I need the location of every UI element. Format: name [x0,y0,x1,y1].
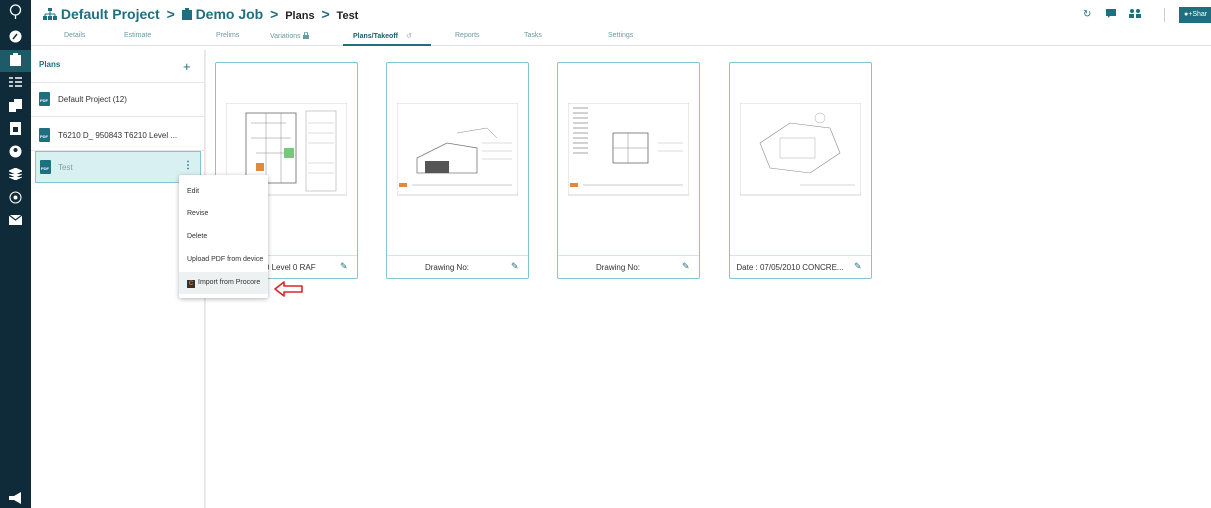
mail-icon[interactable] [8,214,23,229]
pdf-badge-text: PDF [41,166,49,171]
plan-card[interactable]: Drawing No: ✎ [386,62,529,279]
plan-item-label: Test [58,163,73,172]
tab-plans-takeoff-label: Plans/Takeoff [353,33,398,40]
plans-grid: 210 Level 0 RAF ✎ Drawing No: ✎ Drawing … [205,50,1211,508]
divider [1164,8,1165,22]
plan-card-footer: Drawing No: ✎ [387,255,528,278]
tab-tasks[interactable]: Tasks [524,32,542,39]
menu-item-delete[interactable]: Delete [179,226,268,248]
breadcrumb-item: Test [336,10,359,22]
chat-icon[interactable] [1106,9,1116,21]
tab-settings[interactable]: Settings [608,32,633,39]
menu-item-upload-pdf[interactable]: Upload PDF from device [179,249,268,271]
plan-card[interactable]: Drawing No: ✎ [557,62,700,279]
history-icon: ↺ [405,33,412,40]
breadcrumb-separator: > [166,6,175,22]
breadcrumb-job[interactable]: Demo Job [196,6,264,22]
tab-estimate[interactable]: Estimate [124,32,151,39]
plans-panel-title: Plans [39,60,61,69]
checklist-icon[interactable] [8,76,23,91]
procore-icon: C [187,280,195,288]
plans-panel-header: Plans + [31,50,205,83]
breadcrumb-section[interactable]: Plans [285,10,314,22]
menu-item-import-procore-label: Import from Procore [198,279,261,286]
tab-plans-takeoff[interactable]: Plans/Takeoff ↺ [353,32,412,40]
pdf-file-icon: PDF [39,92,50,106]
annotation-arrow [274,281,303,297]
tab-details[interactable]: Details [64,32,85,39]
top-bar: Default Project > Demo Job > Plans > Tes… [31,0,1211,46]
plan-card[interactable]: Date : 07/05/2010 CONCRE... ✎ [729,62,872,279]
plan-item-label: T6210 D_ 950843 T6210 Level ... [58,131,178,140]
menu-item-import-procore[interactable]: C Import from Procore [179,272,268,294]
plan-thumbnail [740,103,861,196]
logo-icon[interactable] [8,4,23,19]
integration-icon[interactable] [8,191,23,206]
plan-item-default-project[interactable]: PDF Default Project (12) [31,83,205,117]
lock-icon [302,31,309,40]
edit-pencil-icon[interactable]: ✎ [854,261,862,272]
breadcrumb-project[interactable]: Default Project [61,6,160,22]
active-tab-underline [343,44,431,46]
breadcrumb: Default Project > Demo Job > Plans > Tes… [43,6,358,22]
plan-context-menu: Edit Revise Delete Upload PDF from devic… [179,175,268,298]
plan-thumbnail [568,103,689,196]
documents-icon[interactable] [8,99,23,114]
megaphone-icon[interactable] [8,492,23,507]
plan-card-caption: Drawing No: [595,263,640,272]
share-label: Shar [1192,11,1208,18]
menu-item-edit[interactable]: Edit [179,181,268,203]
pdf-file-icon: PDF [39,128,50,142]
tab-variations-label: Variations [270,33,301,40]
tab-variations[interactable]: Variations [270,31,309,40]
plan-thumbnail [397,103,518,196]
edit-pencil-icon[interactable]: ✎ [340,261,348,272]
plan-card-caption: Drawing No: [424,263,469,272]
more-options-icon[interactable]: ⋮ [183,160,193,171]
plan-card-footer: Drawing No: ✎ [558,255,699,278]
tab-reports[interactable]: Reports [455,32,480,39]
share-button[interactable]: ●+Shar [1179,7,1211,23]
edit-pencil-icon[interactable]: ✎ [682,261,690,272]
plan-card-caption: 210 Level 0 RAF [256,263,316,272]
file-icon[interactable] [8,122,23,137]
tab-prelims[interactable]: Prelims [216,32,239,39]
breadcrumb-separator: > [321,6,330,22]
clipboard-icon[interactable] [8,53,23,68]
plan-item-t6210[interactable]: PDF T6210 D_ 950843 T6210 Level ... [31,117,205,151]
plan-card-footer: Date : 07/05/2010 CONCRE... ✎ [730,255,871,278]
tab-bar: Details Estimate Prelims Variations Plan… [31,30,731,46]
dashboard-icon[interactable] [8,30,23,45]
edit-pencil-icon[interactable]: ✎ [511,261,519,272]
breadcrumb-separator: > [270,6,279,22]
plan-card-caption: Date : 07/05/2010 CONCRE... [736,263,844,272]
pdf-file-icon: PDF [40,160,51,174]
menu-item-revise[interactable]: Revise [179,203,268,225]
sitemap-icon [43,6,61,22]
layers-icon[interactable] [8,167,23,183]
add-plan-button[interactable]: + [183,59,191,74]
user-icon[interactable] [8,145,23,160]
team-icon[interactable] [1129,8,1141,21]
plan-item-label: Default Project (12) [58,95,127,104]
app-sidebar [0,0,31,508]
pdf-badge-text: PDF [40,134,48,139]
pdf-badge-text: PDF [40,98,48,103]
clipboard-icon [181,6,196,22]
refresh-icon[interactable]: ↻ [1083,9,1091,20]
plan-item-test[interactable]: PDF Test ⋮ [35,151,201,183]
